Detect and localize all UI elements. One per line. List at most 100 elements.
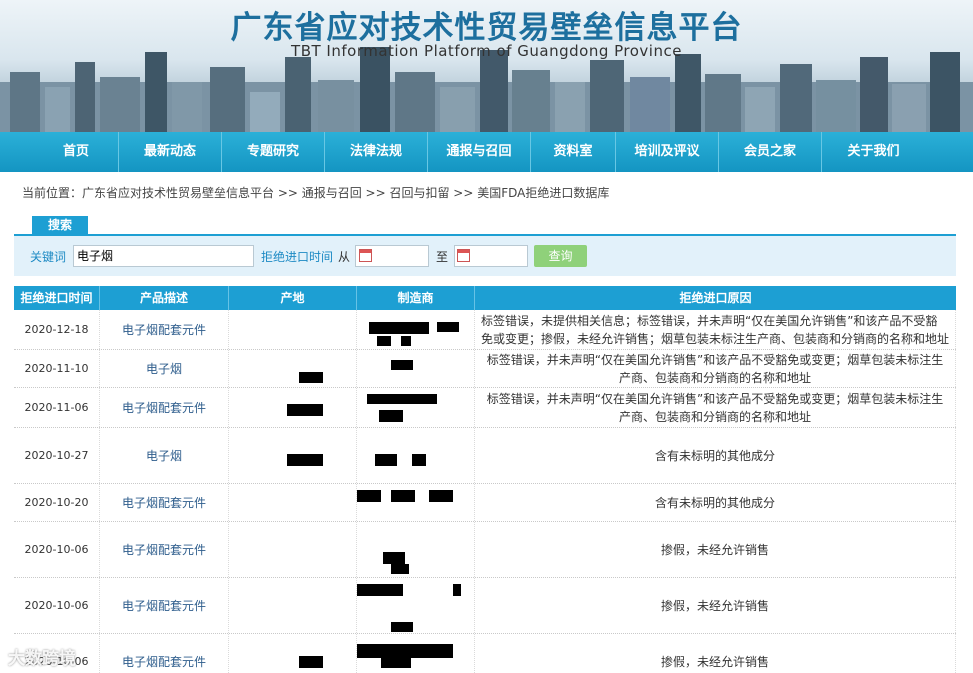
redaction xyxy=(391,564,409,574)
redaction xyxy=(287,454,323,466)
cell-origin xyxy=(229,522,357,577)
results-table: 2020-12-18 电子烟配套元件 标签错误，未提供相关信息；标签错误，并未声… xyxy=(14,310,956,673)
query-button[interactable]: 查询 xyxy=(534,245,587,267)
cell-reason: 含有未标明的其他成分 xyxy=(475,428,956,483)
redaction xyxy=(299,656,323,668)
cell-manufacturer xyxy=(357,350,475,387)
keyword-input[interactable]: 电子烟 xyxy=(73,245,254,267)
nav-topic-research[interactable]: 专题研究 xyxy=(222,132,325,172)
cell-reason: 标签错误，并未声明“仅在美国允许销售”和该产品不受豁免或变更；烟草包装未标注生产… xyxy=(475,350,956,387)
watermark-logo: 大数跨境 xyxy=(8,649,76,669)
nav-library[interactable]: 资料室 xyxy=(531,132,616,172)
nav-latest-news[interactable]: 最新动态 xyxy=(119,132,222,172)
cell-date: 2020-10-06 xyxy=(14,522,100,577)
cell-reason: 标签错误，未提供相关信息；标签错误，并未声明“仅在美国允许销售”和该产品不受豁免… xyxy=(475,310,956,349)
cell-reason: 标签错误，并未声明“仅在美国允许销售”和该产品不受豁免或变更；烟草包装未标注生产… xyxy=(475,388,956,427)
cell-date: 2020-11-10 xyxy=(14,350,100,387)
from-label: 从 xyxy=(338,250,351,264)
cell-manufacturer xyxy=(357,428,475,483)
cell-date: 2020-10-06 xyxy=(14,578,100,633)
redaction xyxy=(391,622,413,632)
table-row: 2020-12-18 电子烟配套元件 标签错误，未提供相关信息；标签错误，并未声… xyxy=(14,310,956,350)
cell-manufacturer xyxy=(357,310,475,349)
cell-manufacturer xyxy=(357,388,475,427)
redaction xyxy=(379,410,403,422)
calendar-icon[interactable] xyxy=(457,249,470,262)
cell-reason: 掺假，未经允许销售 xyxy=(475,634,956,673)
cell-manufacturer xyxy=(357,484,475,521)
cell-product[interactable]: 电子烟 xyxy=(100,350,229,387)
cell-origin xyxy=(229,578,357,633)
cell-product[interactable]: 电子烟配套元件 xyxy=(100,634,229,673)
cell-reason: 含有未标明的其他成分 xyxy=(475,484,956,521)
cell-product[interactable]: 电子烟配套元件 xyxy=(100,578,229,633)
redaction xyxy=(299,372,323,383)
reject-date-label: 拒绝进口时间 xyxy=(261,250,334,264)
cell-date: 2020-10-27 xyxy=(14,428,100,483)
cell-origin xyxy=(229,484,357,521)
redaction xyxy=(391,360,413,370)
cell-origin xyxy=(229,310,357,349)
nav-members[interactable]: 会员之家 xyxy=(719,132,822,172)
redaction xyxy=(357,584,403,596)
breadcrumb-text[interactable]: 当前位置：广东省应对技术性贸易壁垒信息平台 >> 通报与召回 >> 召回与扣留 … xyxy=(22,186,609,200)
search-tab: 搜索 xyxy=(32,216,88,235)
redaction xyxy=(381,658,411,668)
redaction xyxy=(429,490,453,502)
breadcrumb: 当前位置：广东省应对技术性贸易壁垒信息平台 >> 通报与召回 >> 召回与扣留 … xyxy=(22,184,609,201)
col-product: 产品描述 xyxy=(100,286,229,310)
table-row: 2020-11-06 电子烟配套元件 标签错误，并未声明“仅在美国允许销售”和该… xyxy=(14,388,956,428)
cell-product[interactable]: 电子烟配套元件 xyxy=(100,310,229,349)
redaction xyxy=(357,644,453,658)
cell-manufacturer xyxy=(357,578,475,633)
col-manufacturer: 制造商 xyxy=(357,286,475,310)
col-origin: 产地 xyxy=(229,286,357,310)
nav-notification-recall[interactable]: 通报与召回 xyxy=(428,132,531,172)
table-row: 2020-10-27 电子烟 含有未标明的其他成分 xyxy=(14,428,956,484)
col-reason: 拒绝进口原因 xyxy=(679,291,752,305)
cell-reason: 掺假，未经允许销售 xyxy=(475,522,956,577)
table-row: 2020-10-06 电子烟配套元件 掺假，未经允许销售 xyxy=(14,634,956,673)
redaction xyxy=(401,336,411,346)
cell-product[interactable]: 电子烟配套元件 xyxy=(100,388,229,427)
site-title: 广东省应对技术性贸易壁垒信息平台 xyxy=(230,10,743,46)
header-banner: 广东省应对技术性贸易壁垒信息平台 TBT Information Platfor… xyxy=(0,0,973,132)
redaction xyxy=(377,336,391,346)
calendar-icon[interactable] xyxy=(359,249,372,262)
table-row: 2020-11-10 电子烟 标签错误，并未声明“仅在美国允许销售”和该产品不受… xyxy=(14,350,956,388)
redaction xyxy=(437,322,459,332)
table-header: 拒绝进口时间 产品描述 产地 制造商 拒绝进口原因 xyxy=(14,286,956,310)
cell-origin xyxy=(229,350,357,387)
redaction xyxy=(453,584,461,596)
cell-origin xyxy=(229,634,357,673)
cell-date: 2020-12-18 xyxy=(14,310,100,349)
cell-product[interactable]: 电子烟配套元件 xyxy=(100,522,229,577)
keyword-label: 关键词 xyxy=(30,250,67,264)
cell-manufacturer xyxy=(357,634,475,673)
redaction xyxy=(367,394,437,404)
nav-about[interactable]: 关于我们 xyxy=(822,132,925,172)
cell-product[interactable]: 电子烟配套元件 xyxy=(100,484,229,521)
to-label: 至 xyxy=(436,250,449,264)
col-reject-date: 拒绝进口时间 xyxy=(14,286,100,310)
cell-origin xyxy=(229,388,357,427)
main-nav: 首页 最新动态 专题研究 法律法规 通报与召回 资料室 培训及评议 会员之家 关… xyxy=(0,132,973,172)
redaction xyxy=(391,490,415,502)
redaction xyxy=(375,454,397,466)
nav-laws[interactable]: 法律法规 xyxy=(325,132,428,172)
redaction xyxy=(383,552,405,564)
cell-date: 2020-11-06 xyxy=(14,388,100,427)
site-subtitle: TBT Information Platform of Guangdong Pr… xyxy=(291,42,682,60)
table-row: 2020-10-06 电子烟配套元件 掺假，未经允许销售 xyxy=(14,578,956,634)
nav-home[interactable]: 首页 xyxy=(34,132,119,172)
cell-manufacturer xyxy=(357,522,475,577)
redaction xyxy=(412,454,426,466)
redaction xyxy=(287,404,323,416)
cell-date: 2020-10-20 xyxy=(14,484,100,521)
table-row: 2020-10-20 电子烟配套元件 含有未标明的其他成分 xyxy=(14,484,956,522)
nav-training[interactable]: 培训及评议 xyxy=(616,132,719,172)
redaction xyxy=(369,322,429,334)
table-row: 2020-10-06 电子烟配套元件 掺假，未经允许销售 xyxy=(14,522,956,578)
redaction xyxy=(357,490,381,502)
cell-product[interactable]: 电子烟 xyxy=(100,428,229,483)
